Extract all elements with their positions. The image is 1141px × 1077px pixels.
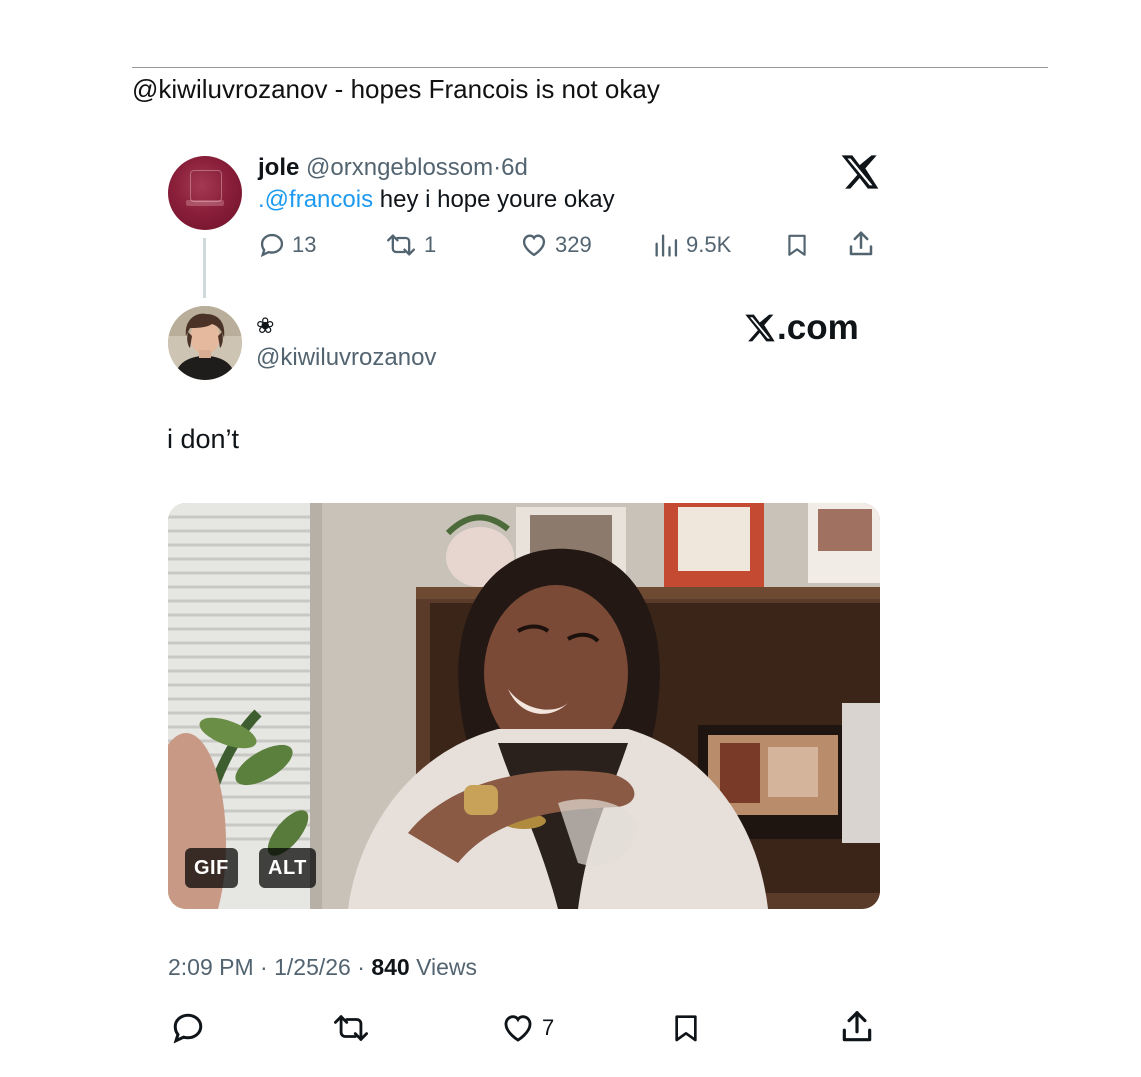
views-count: 840 — [371, 954, 410, 980]
like-count: 329 — [555, 232, 592, 257]
author-handle[interactable]: @orxngeblossom — [306, 154, 493, 181]
reply-count: 13 — [292, 232, 317, 257]
like-button[interactable]: 7 — [500, 1011, 554, 1045]
x-logo-icon — [840, 152, 880, 192]
thread-connector — [203, 238, 206, 298]
bookmark-icon — [675, 1015, 697, 1042]
x-com-watermark: .com — [744, 308, 859, 348]
alt-text-badge[interactable]: ALT — [259, 848, 316, 888]
top-divider — [132, 67, 1048, 68]
share-button[interactable] — [846, 229, 876, 259]
tweet-text: i don’t — [167, 424, 240, 454]
author-name[interactable]: jole — [258, 154, 299, 181]
repost-icon — [334, 1015, 369, 1041]
view-count: 9.5K — [686, 232, 732, 257]
reply-icon — [260, 233, 284, 258]
views-label: Views — [416, 954, 478, 980]
watermark-text: .com — [777, 308, 859, 347]
heart-icon — [522, 234, 546, 257]
views-button[interactable]: 9.5K — [652, 231, 731, 259]
separator-dot: · — [357, 954, 365, 980]
repost-count: 1 — [424, 232, 437, 257]
tweet-text: hey i hope youre okay — [373, 186, 615, 213]
bookmark-button[interactable] — [784, 231, 810, 259]
separator-dot: · — [493, 154, 502, 181]
bookmark-button[interactable] — [670, 1010, 702, 1046]
author-handle[interactable]: @kiwiluvrozanov — [256, 344, 436, 372]
share-icon — [849, 231, 873, 256]
separator-dot: · — [260, 954, 268, 980]
reply-button[interactable]: 13 — [258, 231, 316, 259]
like-count: 7 — [542, 1015, 555, 1040]
heart-icon — [504, 1015, 532, 1042]
parent-tweet-text: .@francois hey i hope youre okay — [258, 186, 615, 214]
repost-button[interactable] — [330, 1011, 372, 1045]
x-logo-icon — [745, 314, 775, 342]
bookmark-icon — [788, 234, 806, 256]
avatar[interactable] — [168, 306, 242, 380]
reply-icon — [173, 1013, 203, 1044]
repost-icon — [387, 234, 416, 256]
like-button[interactable]: 329 — [519, 231, 592, 259]
share-icon — [842, 1011, 872, 1042]
analytics-icon — [655, 234, 678, 257]
tweet-date[interactable]: 1/25/26 — [274, 954, 351, 980]
post-caption: @kiwiluvrozanov - hopes Francois is not … — [132, 74, 660, 104]
parent-tweet-header: jole @orxngeblossom·6d — [258, 154, 528, 182]
gif-badge[interactable]: GIF — [185, 848, 238, 888]
tweet-time[interactable]: 2:09 PM — [168, 954, 254, 980]
tweet-age[interactable]: 6d — [501, 154, 528, 181]
repost-button[interactable]: 1 — [384, 231, 436, 259]
mention-link[interactable]: .@francois — [258, 186, 373, 213]
avatar[interactable] — [168, 156, 242, 230]
tweet-meta: 2:09 PM · 1/25/26 · 840 Views — [168, 954, 477, 981]
share-button[interactable] — [838, 1008, 876, 1046]
author-name[interactable]: ❀ — [256, 313, 274, 339]
reply-button[interactable] — [170, 1010, 206, 1046]
